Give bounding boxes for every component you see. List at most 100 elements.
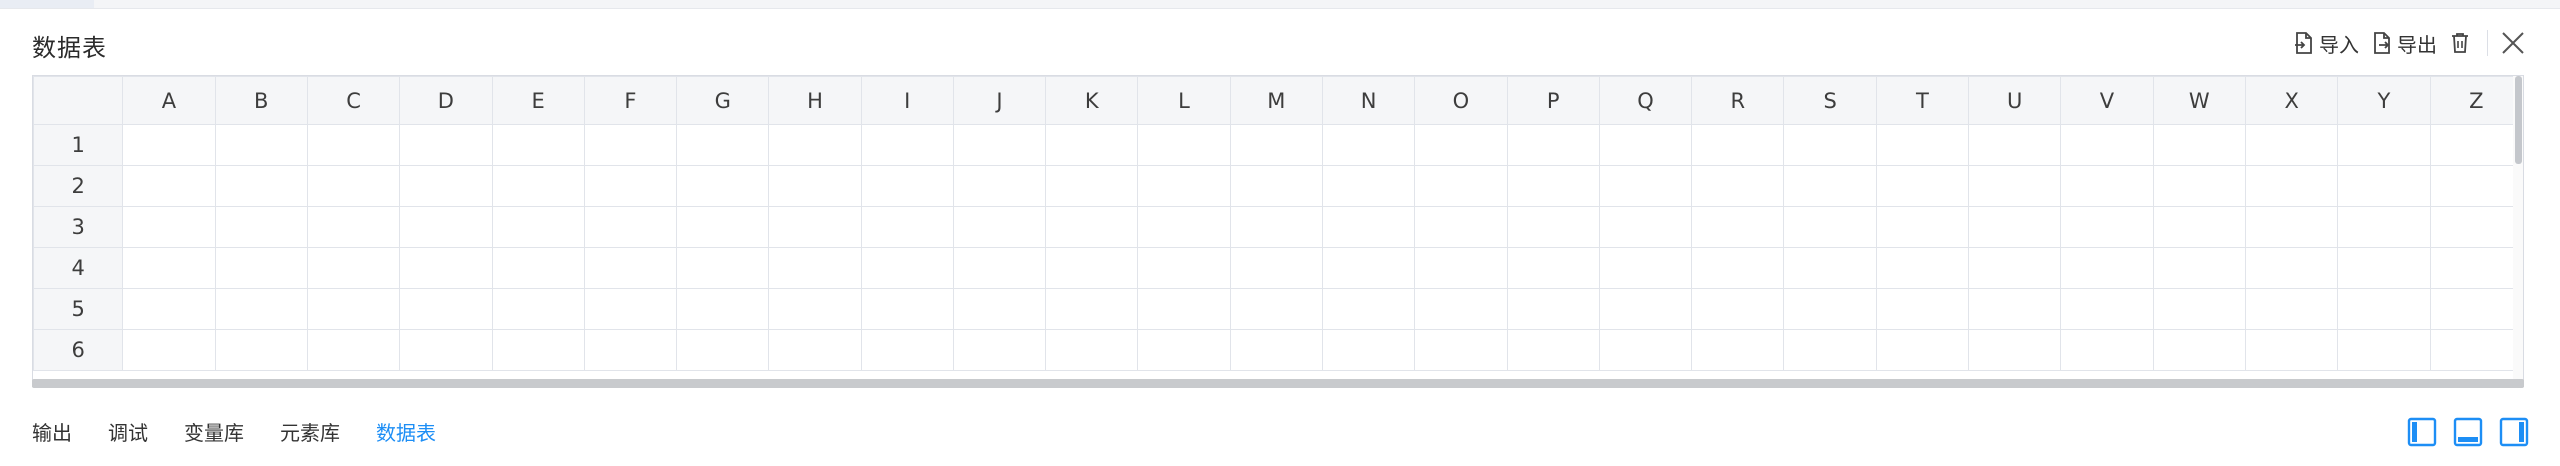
sheet-cell[interactable] bbox=[2337, 124, 2431, 166]
dock-left-button[interactable] bbox=[2406, 416, 2438, 448]
sheet-cell[interactable] bbox=[676, 288, 770, 330]
column-header[interactable]: S bbox=[1783, 76, 1877, 125]
sheet-cell[interactable] bbox=[1691, 329, 1785, 371]
sheet-cell[interactable] bbox=[2337, 165, 2431, 207]
column-header[interactable]: F bbox=[583, 76, 678, 125]
horizontal-scrollbar[interactable] bbox=[32, 379, 2524, 388]
sheet-cell[interactable] bbox=[491, 288, 585, 330]
sheet-cell[interactable] bbox=[676, 247, 770, 289]
sheet-cell[interactable] bbox=[214, 329, 308, 371]
sheet-cell[interactable] bbox=[860, 165, 954, 207]
sheet-cell[interactable] bbox=[952, 165, 1047, 207]
sheet-cell[interactable] bbox=[1137, 165, 1231, 207]
sheet-cell[interactable] bbox=[306, 329, 401, 371]
sheet-cell[interactable] bbox=[1691, 206, 1785, 248]
column-header[interactable]: K bbox=[1045, 76, 1139, 125]
column-header[interactable]: E bbox=[491, 76, 585, 125]
clear-button[interactable] bbox=[2449, 27, 2471, 59]
column-header[interactable]: A bbox=[122, 76, 216, 125]
sheet-cell[interactable] bbox=[2337, 329, 2431, 371]
sheet-cell[interactable] bbox=[214, 124, 308, 166]
sheet-cell[interactable] bbox=[1137, 329, 1231, 371]
sheet-cell[interactable] bbox=[2152, 288, 2246, 330]
sheet-cell[interactable] bbox=[1875, 329, 1970, 371]
sheet-cell[interactable] bbox=[1783, 288, 1877, 330]
sheet-cell[interactable] bbox=[1783, 165, 1877, 207]
sheet-cell[interactable] bbox=[1506, 124, 1600, 166]
column-header[interactable]: Q bbox=[1598, 76, 1693, 125]
sheet-cell[interactable] bbox=[1598, 329, 1693, 371]
sheet-cell[interactable] bbox=[2244, 165, 2339, 207]
sheet-cell[interactable] bbox=[1875, 247, 1970, 289]
sheet-cell[interactable] bbox=[768, 206, 862, 248]
sheet-corner[interactable] bbox=[33, 76, 124, 125]
sheet-cell[interactable] bbox=[1506, 288, 1600, 330]
sheet-cell[interactable] bbox=[2429, 329, 2523, 371]
sheet-cell[interactable] bbox=[1968, 288, 2062, 330]
sheet-cell[interactable] bbox=[768, 124, 862, 166]
sheet-cell[interactable] bbox=[1691, 165, 1785, 207]
sheet-cell[interactable] bbox=[1598, 288, 1693, 330]
sheet-cell[interactable] bbox=[1414, 124, 1508, 166]
sheet-cell[interactable] bbox=[1598, 247, 1693, 289]
sheet-cell[interactable] bbox=[952, 288, 1047, 330]
close-button[interactable] bbox=[2496, 26, 2530, 60]
row-header[interactable]: 2 bbox=[33, 165, 124, 207]
sheet-cell[interactable] bbox=[2244, 247, 2339, 289]
sheet-cell[interactable] bbox=[2060, 247, 2154, 289]
column-header[interactable]: N bbox=[1321, 76, 1416, 125]
sheet-cell[interactable] bbox=[2429, 124, 2523, 166]
sheet-cell[interactable] bbox=[399, 124, 493, 166]
sheet-cell[interactable] bbox=[583, 329, 678, 371]
sheet-cell[interactable] bbox=[399, 165, 493, 207]
column-header[interactable]: Z bbox=[2429, 76, 2523, 125]
dock-right-button[interactable] bbox=[2498, 416, 2530, 448]
sheet-cell[interactable] bbox=[1968, 247, 2062, 289]
column-header[interactable]: H bbox=[768, 76, 862, 125]
tab-debug[interactable]: 调试 bbox=[108, 417, 148, 446]
sheet-cell[interactable] bbox=[1783, 206, 1877, 248]
sheet-cell[interactable] bbox=[2337, 247, 2431, 289]
sheet-cell[interactable] bbox=[1968, 206, 2062, 248]
sheet-cell[interactable] bbox=[860, 206, 954, 248]
sheet-cell[interactable] bbox=[1321, 124, 1416, 166]
sheet-cell[interactable] bbox=[2337, 288, 2431, 330]
sheet-cell[interactable] bbox=[214, 206, 308, 248]
tab-variables[interactable]: 变量库 bbox=[184, 417, 244, 446]
sheet-cell[interactable] bbox=[306, 288, 401, 330]
sheet-cell[interactable] bbox=[768, 329, 862, 371]
sheet-cell[interactable] bbox=[1045, 124, 1139, 166]
sheet-cell[interactable] bbox=[1321, 329, 1416, 371]
sheet-cell[interactable] bbox=[583, 247, 678, 289]
sheet-cell[interactable] bbox=[2152, 124, 2246, 166]
sheet-cell[interactable] bbox=[122, 124, 216, 166]
sheet-cell[interactable] bbox=[1229, 124, 1323, 166]
row-header[interactable]: 4 bbox=[33, 247, 124, 289]
sheet-cell[interactable] bbox=[860, 288, 954, 330]
column-header[interactable]: L bbox=[1137, 76, 1231, 125]
sheet-cell[interactable] bbox=[1229, 206, 1323, 248]
sheet-cell[interactable] bbox=[676, 206, 770, 248]
sheet-cell[interactable] bbox=[214, 288, 308, 330]
sheet-cell[interactable] bbox=[122, 165, 216, 207]
column-header[interactable]: P bbox=[1506, 76, 1600, 125]
column-header[interactable]: Y bbox=[2337, 76, 2431, 125]
sheet-cell[interactable] bbox=[1783, 247, 1877, 289]
sheet-cell[interactable] bbox=[2244, 206, 2339, 248]
sheet-cell[interactable] bbox=[1229, 165, 1323, 207]
sheet-cell[interactable] bbox=[214, 247, 308, 289]
sheet-cell[interactable] bbox=[1045, 329, 1139, 371]
sheet-cell[interactable] bbox=[491, 124, 585, 166]
sheet-cell[interactable] bbox=[2244, 288, 2339, 330]
column-header[interactable]: G bbox=[676, 76, 770, 125]
sheet-cell[interactable] bbox=[583, 206, 678, 248]
sheet-cell[interactable] bbox=[2152, 206, 2246, 248]
sheet-cell[interactable] bbox=[306, 124, 401, 166]
sheet-cell[interactable] bbox=[2244, 124, 2339, 166]
column-header[interactable]: X bbox=[2244, 76, 2339, 125]
sheet-cell[interactable] bbox=[860, 247, 954, 289]
tab-stub[interactable] bbox=[0, 0, 94, 8]
column-header[interactable]: R bbox=[1691, 76, 1785, 125]
sheet-cell[interactable] bbox=[676, 124, 770, 166]
column-header[interactable]: I bbox=[860, 76, 954, 125]
